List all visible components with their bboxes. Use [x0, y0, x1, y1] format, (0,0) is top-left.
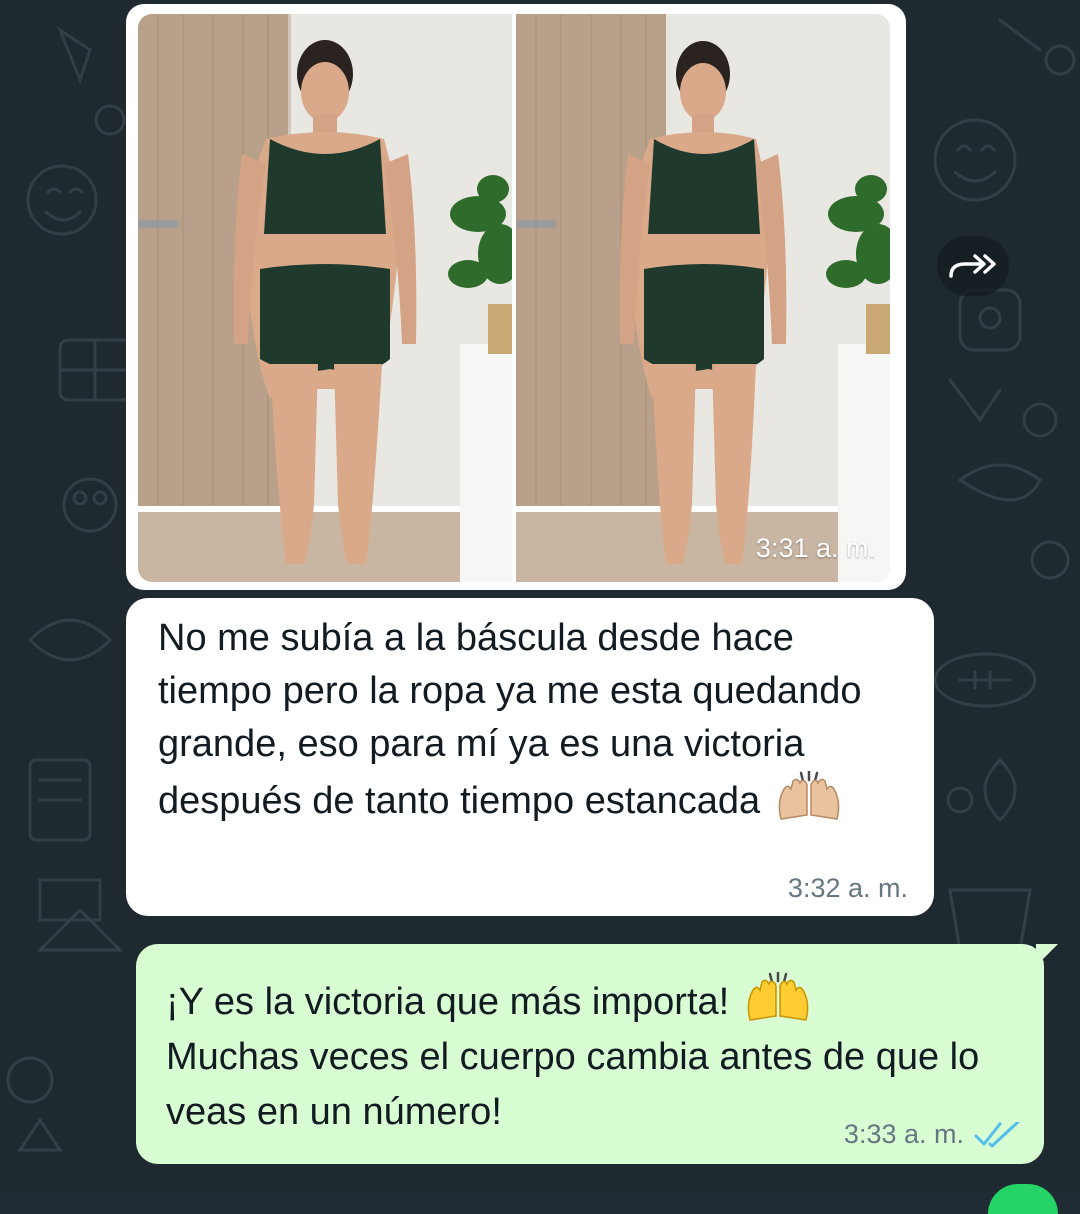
- double-check-read-icon: [974, 1121, 1020, 1147]
- outgoing-message-text: ¡Y es la victoria que más importa! Mucha…: [166, 972, 1006, 1140]
- photo-message-bubble[interactable]: 3:31 a. m.: [126, 4, 906, 590]
- outgoing-message-line1: ¡Y es la victoria que más importa!: [166, 981, 730, 1023]
- forward-icon: [949, 254, 996, 278]
- incoming-message-body: No me subía a la báscula desde hace tiem…: [158, 617, 862, 822]
- after-photo[interactable]: [516, 14, 890, 582]
- raising-hands-emoji-icon: [747, 972, 809, 1021]
- incoming-message-text: No me subía a la báscula desde hace tiem…: [158, 612, 918, 828]
- outgoing-message-meta: 3:33 a. m.: [844, 1119, 1020, 1150]
- outgoing-message-time: 3:33 a. m.: [843, 1119, 964, 1149]
- forward-button[interactable]: [937, 236, 1009, 296]
- outgoing-message-bubble[interactable]: ¡Y es la victoria que más importa! Mucha…: [136, 944, 1058, 1164]
- incoming-message-bubble[interactable]: No me subía a la báscula desde hace tiem…: [126, 598, 934, 916]
- incoming-message-time: 3:32 a. m.: [787, 873, 908, 903]
- photo-message-time: 3:31 a. m.: [755, 533, 876, 563]
- bubble-tail: [1036, 944, 1058, 966]
- before-photo[interactable]: [138, 14, 512, 582]
- raising-hands-emoji-icon: [778, 771, 840, 820]
